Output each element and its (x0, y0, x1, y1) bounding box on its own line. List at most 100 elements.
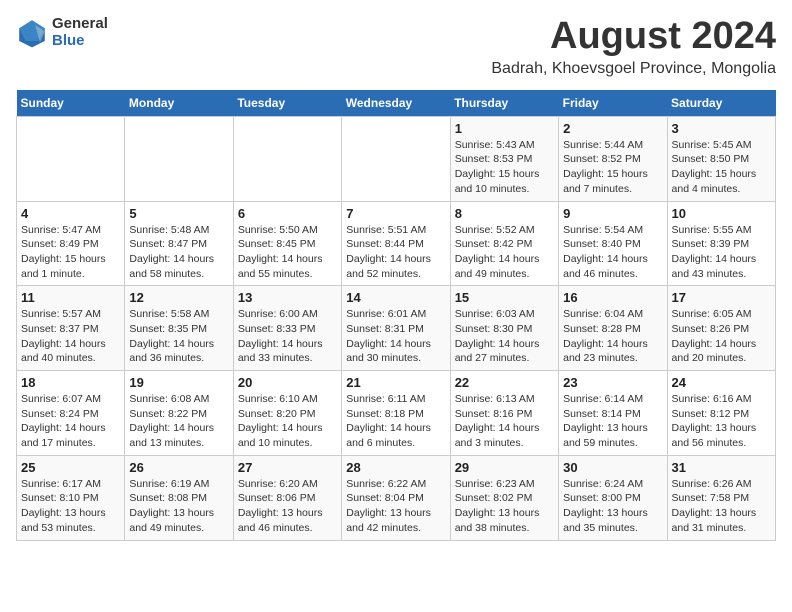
day-cell: 30Sunrise: 6:24 AM Sunset: 8:00 PM Dayli… (559, 455, 667, 540)
day-cell: 12 Sunrise: 5:58 AM Sunset: 8:35 PM Dayli… (125, 286, 233, 371)
day-cell: 23Sunrise: 6:14 AM Sunset: 8:14 PM Dayli… (559, 371, 667, 456)
day-number: 3 (672, 121, 771, 136)
week-row-4: 18 Sunrise: 6:07 AM Sunset: 8:24 PM Dayli… (17, 371, 776, 456)
day-cell (17, 116, 125, 201)
day-number: 22 (455, 375, 554, 390)
day-number: 11 (21, 290, 120, 305)
col-header-monday: Monday (125, 90, 233, 117)
col-header-wednesday: Wednesday (342, 90, 450, 117)
day-number: 25 (21, 460, 120, 475)
day-info: Sunrise: 6:26 AM Sunset: 7:58 PM Dayligh… (672, 477, 771, 536)
day-cell: 4 Sunrise: 5:47 AM Sunset: 8:49 PM Daylig… (17, 201, 125, 286)
col-header-sunday: Sunday (17, 90, 125, 117)
day-info: Sunrise: 6:17 AM Sunset: 8:10 PM Dayligh… (21, 477, 120, 536)
day-info: Sunrise: 6:08 AM Sunset: 8:22 PM Dayligh… (129, 392, 228, 451)
day-cell: 14 Sunrise: 6:01 AM Sunset: 8:31 PM Dayli… (342, 286, 450, 371)
title-block: August 2024 Badrah, Khoevsgoel Province,… (491, 16, 776, 78)
day-info: Sunrise: 5:58 AM Sunset: 8:35 PM Dayligh… (129, 307, 228, 366)
day-info: Sunrise: 6:20 AM Sunset: 8:06 PM Dayligh… (238, 477, 337, 536)
day-info: Sunrise: 5:57 AM Sunset: 8:37 PM Dayligh… (21, 307, 120, 366)
col-header-tuesday: Tuesday (233, 90, 341, 117)
day-info: Sunrise: 5:54 AM Sunset: 8:40 PM Dayligh… (563, 223, 662, 282)
day-number: 28 (346, 460, 445, 475)
day-info: Sunrise: 6:10 AM Sunset: 8:20 PM Dayligh… (238, 392, 337, 451)
day-info: Sunrise: 6:16 AM Sunset: 8:12 PM Dayligh… (672, 392, 771, 451)
day-cell: 9 Sunrise: 5:54 AM Sunset: 8:40 PM Daylig… (559, 201, 667, 286)
calendar-table: SundayMondayTuesdayWednesdayThursdayFrid… (16, 90, 776, 541)
day-cell: 5Sunrise: 5:48 AM Sunset: 8:47 PM Daylig… (125, 201, 233, 286)
day-info: Sunrise: 6:22 AM Sunset: 8:04 PM Dayligh… (346, 477, 445, 536)
day-cell: 11 Sunrise: 5:57 AM Sunset: 8:37 PM Dayli… (17, 286, 125, 371)
day-cell: 27 Sunrise: 6:20 AM Sunset: 8:06 PM Dayli… (233, 455, 341, 540)
day-info: Sunrise: 5:48 AM Sunset: 8:47 PM Dayligh… (129, 223, 228, 282)
day-number: 13 (238, 290, 337, 305)
day-info: Sunrise: 5:47 AM Sunset: 8:49 PM Dayligh… (21, 223, 120, 282)
day-number: 8 (455, 206, 554, 221)
day-cell: 7 Sunrise: 5:51 AM Sunset: 8:44 PM Daylig… (342, 201, 450, 286)
day-cell (342, 116, 450, 201)
logo: General Blue (16, 16, 108, 49)
day-cell: 19 Sunrise: 6:08 AM Sunset: 8:22 PM Dayli… (125, 371, 233, 456)
day-info: Sunrise: 6:19 AM Sunset: 8:08 PM Dayligh… (129, 477, 228, 536)
day-info: Sunrise: 5:55 AM Sunset: 8:39 PM Dayligh… (672, 223, 771, 282)
day-number: 26 (129, 460, 228, 475)
day-cell: 24 Sunrise: 6:16 AM Sunset: 8:12 PM Dayli… (667, 371, 775, 456)
day-number: 19 (129, 375, 228, 390)
day-number: 31 (672, 460, 771, 475)
day-info: Sunrise: 6:13 AM Sunset: 8:16 PM Dayligh… (455, 392, 554, 451)
day-info: Sunrise: 6:07 AM Sunset: 8:24 PM Dayligh… (21, 392, 120, 451)
day-info: Sunrise: 5:52 AM Sunset: 8:42 PM Dayligh… (455, 223, 554, 282)
day-info: Sunrise: 6:04 AM Sunset: 8:28 PM Dayligh… (563, 307, 662, 366)
logo-icon (16, 17, 48, 49)
day-number: 12 (129, 290, 228, 305)
day-number: 6 (238, 206, 337, 221)
day-number: 10 (672, 206, 771, 221)
day-number: 14 (346, 290, 445, 305)
day-number: 29 (455, 460, 554, 475)
day-cell: 1 Sunrise: 5:43 AM Sunset: 8:53 PM Daylig… (450, 116, 558, 201)
col-header-friday: Friday (559, 90, 667, 117)
day-cell: 29Sunrise: 6:23 AM Sunset: 8:02 PM Dayli… (450, 455, 558, 540)
day-cell: 13 Sunrise: 6:00 AM Sunset: 8:33 PM Dayli… (233, 286, 341, 371)
day-number: 4 (21, 206, 120, 221)
day-number: 16 (563, 290, 662, 305)
col-header-thursday: Thursday (450, 90, 558, 117)
day-info: Sunrise: 5:43 AM Sunset: 8:53 PM Dayligh… (455, 138, 554, 197)
day-info: Sunrise: 6:01 AM Sunset: 8:31 PM Dayligh… (346, 307, 445, 366)
week-row-5: 25 Sunrise: 6:17 AM Sunset: 8:10 PM Dayli… (17, 455, 776, 540)
day-number: 27 (238, 460, 337, 475)
day-cell: 2 Sunrise: 5:44 AM Sunset: 8:52 PM Daylig… (559, 116, 667, 201)
day-number: 2 (563, 121, 662, 136)
day-cell: 8 Sunrise: 5:52 AM Sunset: 8:42 PM Daylig… (450, 201, 558, 286)
day-number: 20 (238, 375, 337, 390)
day-cell: 21Sunrise: 6:11 AM Sunset: 8:18 PM Dayli… (342, 371, 450, 456)
week-row-2: 4 Sunrise: 5:47 AM Sunset: 8:49 PM Daylig… (17, 201, 776, 286)
day-cell: 10 Sunrise: 5:55 AM Sunset: 8:39 PM Dayli… (667, 201, 775, 286)
day-number: 9 (563, 206, 662, 221)
col-header-saturday: Saturday (667, 90, 775, 117)
day-info: Sunrise: 5:50 AM Sunset: 8:45 PM Dayligh… (238, 223, 337, 282)
day-cell: 31 Sunrise: 6:26 AM Sunset: 7:58 PM Dayli… (667, 455, 775, 540)
day-cell: 25 Sunrise: 6:17 AM Sunset: 8:10 PM Dayli… (17, 455, 125, 540)
day-cell: 6 Sunrise: 5:50 AM Sunset: 8:45 PM Daylig… (233, 201, 341, 286)
day-cell: 28 Sunrise: 6:22 AM Sunset: 8:04 PM Dayli… (342, 455, 450, 540)
day-cell: 16 Sunrise: 6:04 AM Sunset: 8:28 PM Dayli… (559, 286, 667, 371)
day-number: 15 (455, 290, 554, 305)
day-info: Sunrise: 6:14 AM Sunset: 8:14 PM Dayligh… (563, 392, 662, 451)
day-info: Sunrise: 6:03 AM Sunset: 8:30 PM Dayligh… (455, 307, 554, 366)
day-info: Sunrise: 5:45 AM Sunset: 8:50 PM Dayligh… (672, 138, 771, 197)
day-number: 24 (672, 375, 771, 390)
day-cell: 15 Sunrise: 6:03 AM Sunset: 8:30 PM Dayli… (450, 286, 558, 371)
week-row-3: 11 Sunrise: 5:57 AM Sunset: 8:37 PM Dayli… (17, 286, 776, 371)
day-cell: 17Sunrise: 6:05 AM Sunset: 8:26 PM Dayli… (667, 286, 775, 371)
day-info: Sunrise: 6:00 AM Sunset: 8:33 PM Dayligh… (238, 307, 337, 366)
day-number: 30 (563, 460, 662, 475)
day-number: 7 (346, 206, 445, 221)
week-row-1: 1 Sunrise: 5:43 AM Sunset: 8:53 PM Daylig… (17, 116, 776, 201)
day-info: Sunrise: 5:51 AM Sunset: 8:44 PM Dayligh… (346, 223, 445, 282)
day-info: Sunrise: 5:44 AM Sunset: 8:52 PM Dayligh… (563, 138, 662, 197)
day-number: 1 (455, 121, 554, 136)
main-title: August 2024 (491, 16, 776, 58)
header-row: SundayMondayTuesdayWednesdayThursdayFrid… (17, 90, 776, 117)
day-number: 18 (21, 375, 120, 390)
